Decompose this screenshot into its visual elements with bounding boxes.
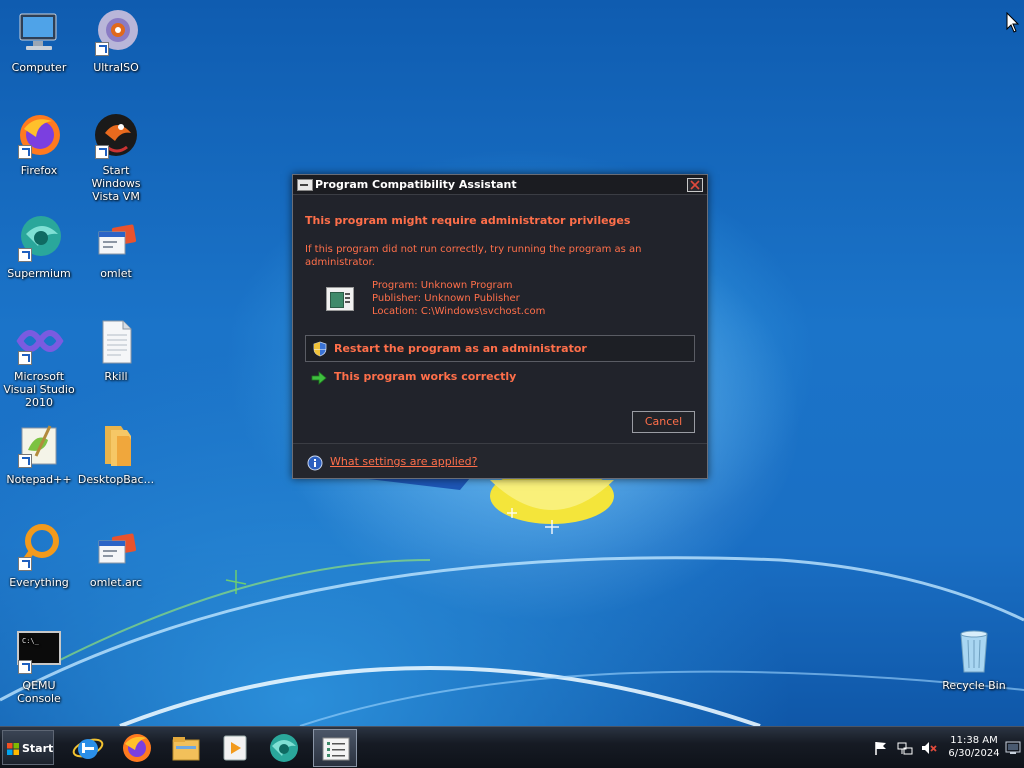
desktop-icon-visual-studio[interactable]: Microsoft Visual Studio 2010 (0, 317, 78, 409)
file-explorer-icon (172, 737, 200, 761)
dialog-footer: What settings are applied? (293, 443, 707, 478)
desktop-icon-label: QEMU Console (17, 679, 61, 705)
desktop-icon-desktopbackup[interactable]: DesktopBac... (77, 420, 155, 486)
program-name: Program: Unknown Program (372, 280, 513, 291)
desktop-icon-supermium[interactable]: Supermium (0, 214, 78, 280)
action-center-flag-icon[interactable] (873, 740, 889, 756)
shortcut-arrow-icon (18, 660, 32, 674)
program-works-option[interactable]: This program works correctly (305, 367, 695, 389)
network-icon[interactable] (897, 740, 913, 756)
start-button[interactable]: Start (2, 730, 54, 765)
desktop-icon-notepadpp[interactable]: Notepad++ (0, 420, 78, 486)
shortcut-arrow-icon (18, 454, 32, 468)
settings-applied-link[interactable]: What settings are applied? (330, 455, 477, 468)
show-desktop-icon[interactable] (1005, 741, 1021, 755)
shortcut-arrow-icon (18, 248, 32, 262)
taskbar-compatibility-assistant[interactable] (313, 729, 357, 767)
firefox-icon (14, 111, 64, 161)
start-label: Start (22, 742, 54, 755)
vm-icon (91, 111, 141, 161)
desktop-icon-label: UltraISO (93, 61, 139, 74)
uac-shield-icon (313, 341, 327, 357)
dialog-description: If this program did not run correctly, t… (305, 244, 642, 268)
computer-icon (14, 8, 64, 58)
taskbar-internet-explorer[interactable] (66, 729, 110, 767)
desktop-icon-firefox[interactable]: Firefox (0, 111, 78, 177)
taskbar-media-player[interactable] (213, 729, 257, 767)
everything-icon (14, 523, 64, 573)
supermium-icon (270, 734, 298, 762)
volume-muted-icon[interactable] (921, 740, 937, 756)
taskbar: Start 11:38 AM 6/30/2024 (0, 726, 1024, 768)
omlet-icon (91, 523, 141, 573)
omlet-icon (91, 214, 141, 264)
shortcut-arrow-icon (18, 351, 32, 365)
internet-explorer-icon (72, 738, 104, 759)
desktop-icon-qemu-console[interactable]: C:\_ QEMU Console (0, 626, 78, 705)
close-button[interactable] (687, 178, 703, 192)
shortcut-arrow-icon (95, 42, 109, 56)
desktop-icon-label: Microsoft Visual Studio 2010 (3, 370, 75, 409)
restart-as-admin-label: Restart the program as an administrator (334, 342, 587, 355)
desktop-icon-everything[interactable]: Everything (0, 523, 78, 589)
clock-time: 11:38 AM (950, 735, 998, 746)
desktop-icon-ultraiso[interactable]: UltraISO (77, 8, 155, 74)
taskbar-file-explorer[interactable] (164, 729, 208, 767)
green-arrow-icon (311, 371, 327, 385)
desktop-icon-label: Supermium (7, 267, 71, 280)
svg-text:C:\_: C:\_ (22, 637, 40, 645)
desktop-icon-label: Firefox (20, 164, 58, 177)
program-icon (326, 287, 354, 311)
desktop-icon-label: Rkill (104, 370, 128, 383)
windows-logo-icon (7, 743, 19, 755)
compatibility-assistant-icon (322, 737, 350, 761)
mouse-cursor-icon (1006, 12, 1020, 33)
notepadpp-icon (14, 420, 64, 470)
desktop-icon-label: omlet (100, 267, 132, 280)
folder-icon (91, 420, 141, 470)
desktop-icon-label: Computer (11, 61, 67, 74)
desktop-icon-label: omlet.arc (89, 576, 143, 589)
desktop-icon-label: Start Windows Vista VM (91, 164, 141, 203)
desktop-icon-label: Notepad++ (6, 473, 72, 486)
dialog-heading: This program might require administrator… (305, 214, 631, 227)
ultraiso-icon (91, 8, 141, 58)
program-publisher: Publisher: Unknown Publisher (372, 293, 520, 304)
desktop-icon-computer[interactable]: Computer (0, 8, 78, 74)
restart-as-admin-option[interactable]: Restart the program as an administrator (305, 335, 695, 362)
desktop-icon-label: Recycle Bin (942, 679, 1006, 692)
desktop-icon-label: DesktopBac... (77, 473, 155, 486)
cancel-button[interactable]: Cancel (632, 411, 695, 433)
close-icon (690, 180, 700, 190)
recycle-bin-icon (949, 626, 999, 676)
text-file-icon (91, 317, 141, 367)
desktop-icon-recycle-bin[interactable]: Recycle Bin (935, 626, 1013, 692)
desktop-icon-label: Everything (9, 576, 69, 589)
info-icon (307, 455, 323, 471)
media-player-icon (223, 735, 247, 761)
firefox-icon (123, 734, 151, 762)
compatibility-assistant-icon (297, 179, 313, 191)
shortcut-arrow-icon (18, 145, 32, 159)
desktop-icon-vista-vm[interactable]: Start Windows Vista VM (77, 111, 155, 203)
system-clock[interactable]: 11:38 AM 6/30/2024 (942, 734, 1006, 760)
taskbar-firefox[interactable] (115, 729, 159, 767)
taskbar-supermium[interactable] (262, 729, 306, 767)
supermium-icon (14, 214, 64, 264)
shortcut-arrow-icon (18, 557, 32, 571)
dialog-titlebar[interactable]: Program Compatibility Assistant (293, 175, 707, 195)
compatibility-assistant-dialog: Program Compatibility Assistant This pro… (292, 174, 708, 479)
clock-date: 6/30/2024 (948, 748, 1000, 759)
desktop-icon-omlet-arc[interactable]: omlet.arc (77, 523, 155, 589)
desktop-icon-omlet[interactable]: omlet (77, 214, 155, 280)
program-location: Location: C:\Windows\svchost.com (372, 306, 546, 317)
desktop-icon-rkill[interactable]: Rkill (77, 317, 155, 383)
console-icon: C:\_ (14, 626, 64, 676)
dialog-title: Program Compatibility Assistant (315, 178, 517, 191)
visual-studio-icon (14, 317, 64, 367)
program-works-label: This program works correctly (334, 370, 517, 383)
shortcut-arrow-icon (95, 145, 109, 159)
